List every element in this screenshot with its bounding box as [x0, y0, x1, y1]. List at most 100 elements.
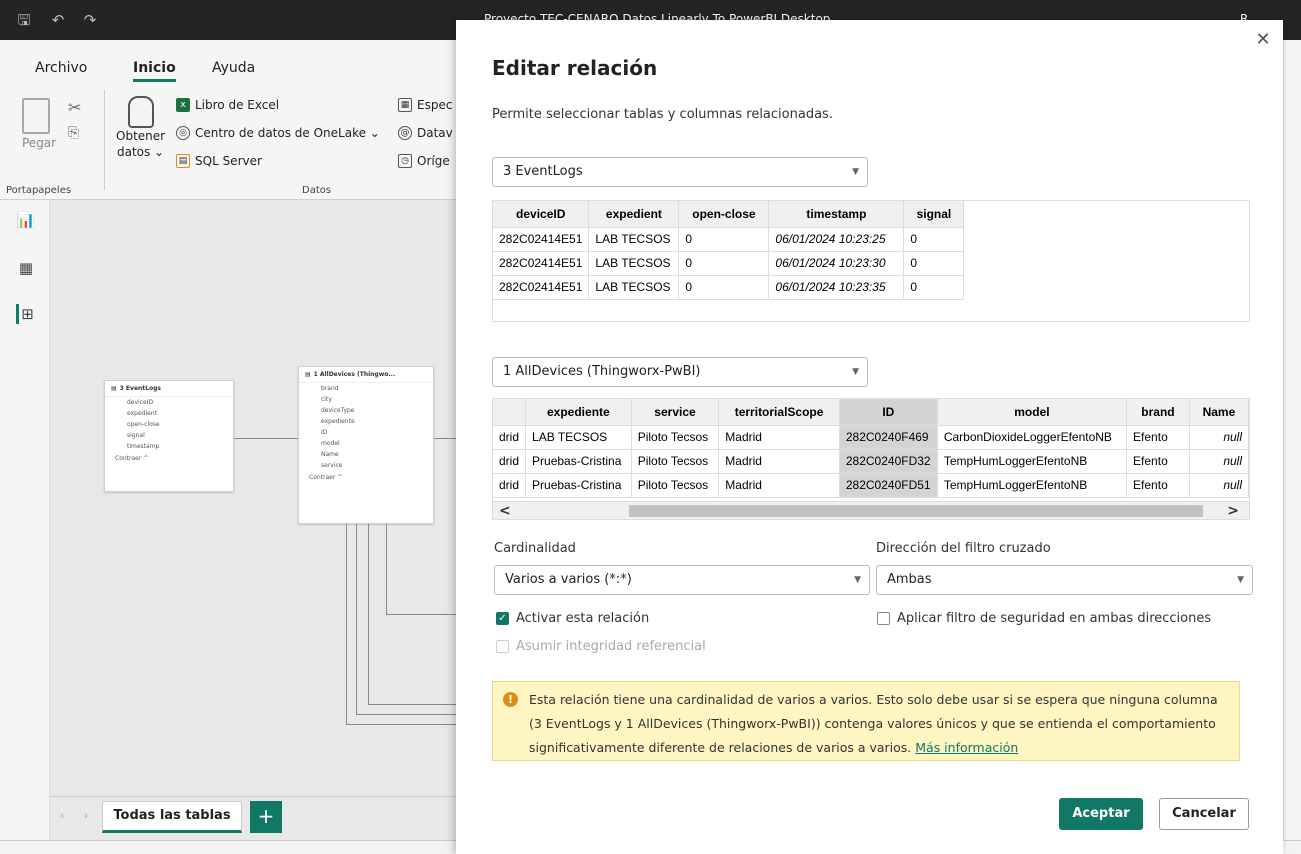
- relationship-line[interactable]: [386, 524, 387, 614]
- table-row: 282C02414E51 LAB TECSOS 0 06/01/2024 10:…: [493, 227, 965, 252]
- relationship-line[interactable]: [368, 524, 369, 704]
- column-header[interactable]: model: [937, 399, 1128, 426]
- table-cell: 282C02414E51: [493, 275, 590, 300]
- sql-server-button[interactable]: ▤ SQL Server: [176, 154, 262, 168]
- table-cell: null: [1189, 449, 1249, 474]
- column-header[interactable]: expedient: [588, 201, 680, 228]
- model-canvas[interactable]: ▤ 3 EventLogs deviceID expedient open-cl…: [50, 200, 456, 796]
- relationship-line[interactable]: [234, 438, 298, 439]
- page-tabs-bar: ‹ › Todas las tablas +: [50, 796, 456, 840]
- column-header[interactable]: territorialScope: [718, 399, 840, 426]
- table-view-icon[interactable]: ▦: [16, 258, 36, 278]
- accept-button[interactable]: Aceptar: [1059, 798, 1143, 830]
- onelake-button[interactable]: ◎ Centro de datos de OneLake ⌄: [176, 126, 380, 140]
- filter-direction-dropdown[interactable]: Ambas ▼: [876, 565, 1253, 595]
- recent-sources-label: Oríge: [417, 154, 450, 168]
- collapse-link[interactable]: Contraer ^: [299, 471, 433, 484]
- relationship-line[interactable]: [386, 614, 456, 615]
- learn-more-link[interactable]: Más información: [915, 740, 1018, 755]
- table-card-eventlogs[interactable]: ▤ 3 EventLogs deviceID expedient open-cl…: [104, 380, 234, 492]
- table-row: 282C02414E51 LAB TECSOS 0 06/01/2024 10:…: [493, 251, 965, 276]
- column-header[interactable]: [493, 399, 527, 426]
- scroll-right-icon[interactable]: >: [1227, 502, 1239, 519]
- model-view-icon[interactable]: ⊞: [16, 304, 36, 324]
- spec-button[interactable]: ▦ Espec: [398, 98, 452, 112]
- relationship-line[interactable]: [368, 704, 456, 705]
- column-header-selected[interactable]: ID: [839, 399, 938, 426]
- field-item[interactable]: model: [299, 438, 433, 449]
- field-item[interactable]: deviceType: [299, 405, 433, 416]
- relationship-line[interactable]: [434, 438, 456, 439]
- powerbi-window: 🖫 ↶ ↷ Proyecto TEC-CENARO Datos Linearly…: [0, 0, 1301, 854]
- horizontal-scrollbar[interactable]: < >: [493, 501, 1249, 519]
- tab-all-tables[interactable]: Todas las tablas: [102, 801, 242, 833]
- scroll-left-icon[interactable]: <: [499, 502, 511, 519]
- table-cell: 282C0240F469: [839, 425, 938, 450]
- security-filter-checkbox[interactable]: Aplicar filtro de seguridad en ambas dir…: [877, 611, 1211, 626]
- field-item[interactable]: open-close: [105, 419, 233, 430]
- relationship-line[interactable]: [346, 524, 347, 724]
- cardinality-dropdown[interactable]: Varios a varios (*:*) ▼: [494, 565, 870, 595]
- chevron-left-icon[interactable]: ‹: [60, 809, 64, 822]
- scroll-thumb[interactable]: [629, 505, 1203, 517]
- referential-integrity-checkbox[interactable]: Asumir integridad referencial: [496, 639, 706, 654]
- tab-archivo[interactable]: Archivo: [35, 60, 87, 76]
- field-item[interactable]: timestamp: [105, 441, 233, 452]
- get-data-button[interactable]: Obtener datos ⌄: [116, 96, 165, 160]
- filter-direction-label: Dirección del filtro cruzado: [876, 541, 1051, 556]
- dataverse-button[interactable]: @ Datav: [398, 126, 453, 140]
- table-icon: ▤: [305, 371, 311, 378]
- field-item[interactable]: brand: [299, 383, 433, 394]
- relationship-line[interactable]: [356, 714, 456, 715]
- collapse-link[interactable]: Contraer ^: [105, 452, 233, 465]
- card-title: 1 AllDevices (Thingwo...: [313, 371, 396, 378]
- report-view-icon[interactable]: 📊: [16, 210, 36, 230]
- activate-relationship-checkbox[interactable]: ✓ Activar esta relación: [496, 611, 649, 626]
- redo-icon[interactable]: ↷: [80, 10, 100, 30]
- table-icon: ▤: [111, 385, 117, 392]
- excel-button[interactable]: x Libro de Excel: [176, 98, 279, 112]
- field-item[interactable]: expediente: [299, 416, 433, 427]
- close-icon[interactable]: ✕: [1253, 30, 1273, 50]
- ribbon-divider: [104, 90, 105, 190]
- column-header[interactable]: expediente: [525, 399, 632, 426]
- add-layout-button[interactable]: +: [250, 801, 282, 833]
- cancel-button[interactable]: Cancelar: [1159, 798, 1249, 830]
- column-header[interactable]: open-close: [678, 201, 770, 228]
- field-item[interactable]: ID: [299, 427, 433, 438]
- paste-label: Pegar: [22, 136, 57, 150]
- field-item[interactable]: Name: [299, 449, 433, 460]
- table-cell: LAB TECSOS: [588, 227, 680, 252]
- column-header[interactable]: signal: [903, 201, 965, 228]
- field-item[interactable]: signal: [105, 430, 233, 441]
- cut-icon[interactable]: ✂: [68, 98, 81, 117]
- column-header[interactable]: Name: [1189, 399, 1249, 426]
- group-label-clipboard: Portapapeles: [6, 185, 72, 196]
- table1-selected: 3 EventLogs: [503, 164, 583, 179]
- field-item[interactable]: expedient: [105, 408, 233, 419]
- chevron-down-icon: ▼: [852, 167, 859, 177]
- paste-button[interactable]: Pegar: [22, 98, 56, 150]
- onelake-icon: ◎: [176, 126, 190, 140]
- column-header[interactable]: timestamp: [768, 201, 905, 228]
- tab-inicio[interactable]: Inicio: [133, 60, 176, 82]
- relationship-line[interactable]: [356, 524, 357, 714]
- copy-icon[interactable]: ⎘: [68, 125, 79, 141]
- field-item[interactable]: city: [299, 394, 433, 405]
- relationship-line[interactable]: [346, 724, 456, 725]
- column-header[interactable]: deviceID: [493, 201, 590, 228]
- field-item[interactable]: deviceID: [105, 397, 233, 408]
- save-icon[interactable]: 🖫: [14, 10, 34, 30]
- table-cell: 282C0240FD51: [839, 473, 938, 498]
- column-header[interactable]: brand: [1126, 399, 1190, 426]
- chevron-right-icon[interactable]: ›: [84, 809, 88, 822]
- table1-dropdown[interactable]: 3 EventLogs ▼: [492, 157, 868, 187]
- undo-icon[interactable]: ↶: [48, 10, 68, 30]
- table-card-alldevices[interactable]: ▤ 1 AllDevices (Thingwo... brand city de…: [298, 366, 434, 524]
- column-header[interactable]: service: [631, 399, 720, 426]
- referential-integrity-label: Asumir integridad referencial: [516, 639, 706, 654]
- table2-dropdown[interactable]: 1 AllDevices (Thingworx-PwBI) ▼: [492, 357, 868, 387]
- field-item[interactable]: service: [299, 460, 433, 471]
- recent-sources-button[interactable]: ◷ Oríge: [398, 154, 450, 168]
- tab-ayuda[interactable]: Ayuda: [212, 60, 255, 76]
